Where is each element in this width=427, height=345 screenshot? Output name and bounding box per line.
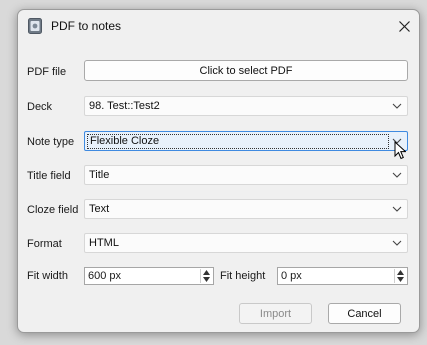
chevron-down-icon	[392, 172, 402, 178]
stepper-down-icon[interactable]	[203, 277, 210, 282]
fit-width-stepper[interactable]	[200, 269, 212, 283]
select-pdf-button[interactable]: Click to select PDF	[84, 60, 408, 81]
mouse-cursor-icon	[394, 141, 406, 160]
title-field-label: Title field	[27, 170, 71, 182]
pdf-file-label: PDF file	[27, 66, 67, 78]
close-icon	[398, 20, 410, 32]
cloze-field-value: Text	[89, 203, 110, 215]
close-button[interactable]	[389, 10, 419, 42]
deck-select[interactable]: 98. Test::Test2	[84, 96, 408, 116]
import-button[interactable]: Import	[239, 303, 312, 324]
anki-app-icon	[28, 18, 42, 34]
format-label: Format	[27, 238, 62, 250]
fit-width-spinbox[interactable]: 600 px	[84, 267, 214, 285]
chevron-down-icon	[392, 206, 402, 212]
title-field-value: Title	[89, 169, 110, 181]
note-type-value: Flexible Cloze	[87, 134, 389, 149]
cloze-field-label: Cloze field	[27, 204, 79, 216]
title-bar: PDF to notes	[18, 10, 419, 42]
cancel-button[interactable]: Cancel	[328, 303, 401, 324]
title-field-select[interactable]: Title	[84, 165, 408, 185]
format-select[interactable]: HTML	[84, 233, 408, 253]
stepper-down-icon[interactable]	[397, 277, 404, 282]
window-title: PDF to notes	[51, 19, 122, 33]
stepper-up-icon[interactable]	[203, 270, 210, 275]
fit-width-value: 600 px	[88, 270, 122, 282]
fit-width-label: Fit width	[27, 270, 68, 282]
chevron-down-icon	[392, 103, 402, 109]
note-type-select[interactable]: Flexible Cloze	[84, 131, 408, 151]
fit-height-label: Fit height	[220, 270, 266, 282]
fit-height-spinbox[interactable]: 0 px	[277, 267, 408, 285]
pdf-to-notes-dialog: PDF to notes PDF file Click to select PD…	[17, 9, 420, 333]
fit-height-stepper[interactable]	[394, 269, 406, 283]
deck-value: 98. Test::Test2	[89, 100, 160, 112]
format-value: HTML	[89, 237, 119, 249]
deck-label: Deck	[27, 101, 53, 113]
note-type-label: Note type	[27, 136, 75, 148]
stepper-up-icon[interactable]	[397, 270, 404, 275]
fit-height-value: 0 px	[281, 270, 302, 282]
cloze-field-select[interactable]: Text	[84, 199, 408, 219]
chevron-down-icon	[392, 240, 402, 246]
